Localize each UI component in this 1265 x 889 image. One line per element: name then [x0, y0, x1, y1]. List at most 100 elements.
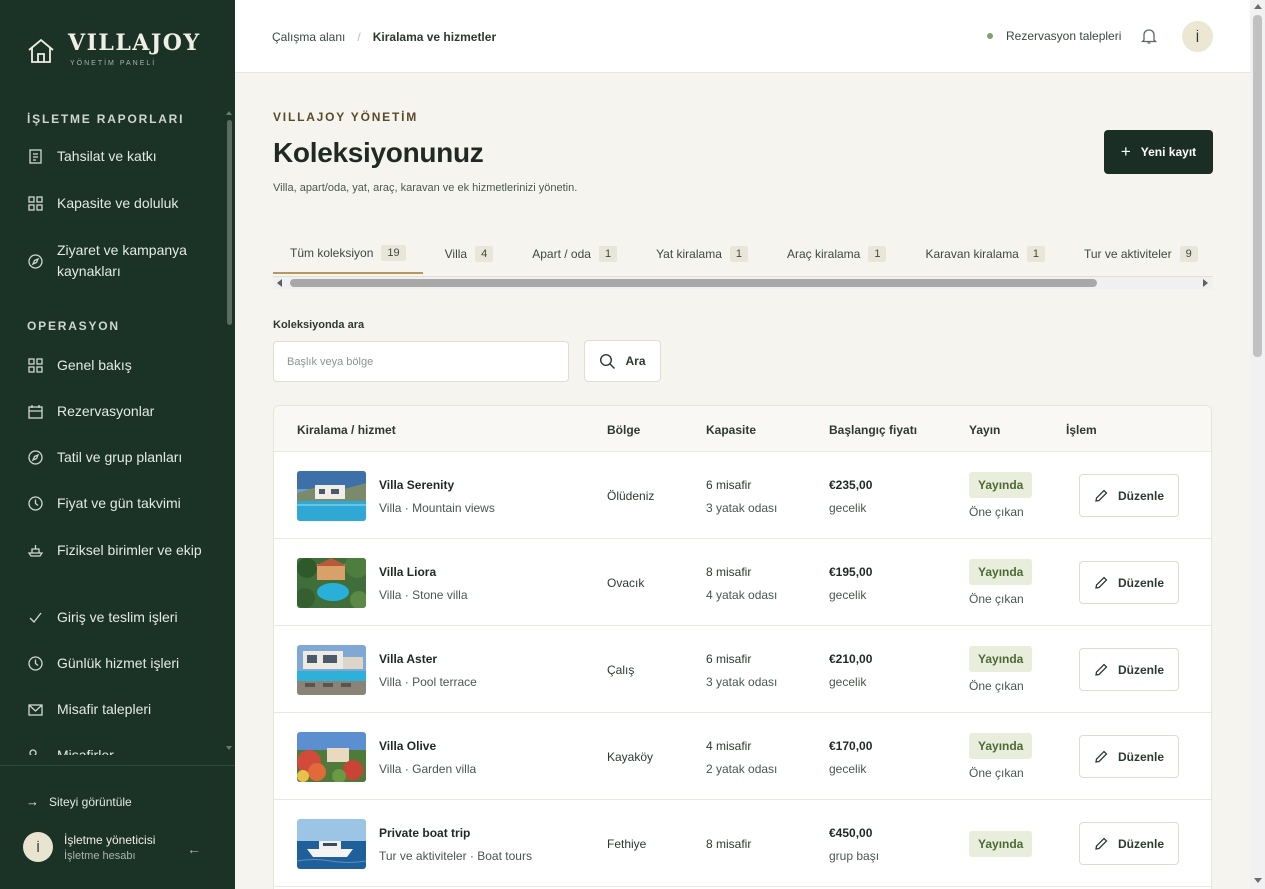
- calendar-icon: [28, 405, 43, 419]
- listing-title[interactable]: Villa Aster: [379, 652, 437, 666]
- bell-icon[interactable]: [1139, 26, 1159, 46]
- sidebar-item-label: Günlük hizmet işleri: [57, 655, 180, 671]
- sidebar-item-requests[interactable]: Misafir talepleri: [0, 699, 171, 720]
- sidebar-item-guests[interactable]: Misafirler: [0, 745, 134, 755]
- grid-icon: [28, 358, 43, 373]
- pencil-icon: [1095, 576, 1108, 589]
- new-record-button[interactable]: + Yeni kayıt: [1104, 130, 1213, 174]
- sidebar-item-label: Misafir talepleri: [57, 701, 152, 717]
- table-header: Kiralama / hizmet Bölge Kapasite Başlang…: [274, 406, 1211, 452]
- sidebar-scrollbar[interactable]: [227, 120, 232, 325]
- tab-yacht[interactable]: Yat kiralama 1: [634, 233, 765, 274]
- sidebar-item-units[interactable]: Fiziksel birimler ve ekip: [0, 540, 222, 561]
- page-scrollbar[interactable]: [1250, 0, 1265, 889]
- edit-button[interactable]: Düzenle: [1079, 648, 1179, 691]
- page-scrollbar-thumb[interactable]: [1253, 15, 1262, 357]
- page-subtitle: Villa, apart/oda, yat, araç, karavan ve …: [273, 182, 578, 194]
- pencil-icon: [1095, 489, 1108, 502]
- sidebar-item-label: Giriş ve teslim işleri: [57, 609, 178, 625]
- search-input[interactable]: [273, 341, 569, 382]
- listing-price-unit: gecelik: [829, 762, 867, 776]
- listing-price: €170,00: [829, 739, 873, 753]
- user-name: İşletme yöneticisi: [64, 832, 156, 847]
- sidebar-scroll-down-icon[interactable]: [226, 746, 232, 750]
- sidebar-item-label: Tahsilat ve katkı: [57, 148, 157, 164]
- tab-caravan[interactable]: Karavan kiralama 1: [903, 233, 1062, 274]
- tab-label: Karavan kiralama: [925, 246, 1019, 261]
- sidebar-item-reservations[interactable]: Rezervasyonlar: [0, 401, 174, 422]
- section-title-reports: İŞLETME RAPORLARI: [27, 112, 185, 126]
- scroll-left-icon[interactable]: [277, 279, 282, 287]
- tab-all[interactable]: Tüm koleksiyon 19: [273, 233, 423, 274]
- sidebar-item-plans[interactable]: Tatil ve grup planları: [0, 447, 202, 468]
- scroll-up-icon[interactable]: [1254, 4, 1262, 9]
- sidebar-item-pricing[interactable]: Fiyat ve gün takvimi: [0, 493, 201, 514]
- sidebar-item-checkin[interactable]: Giriş ve teslim işleri: [0, 607, 198, 628]
- pencil-icon: [1095, 663, 1108, 676]
- edit-button-label: Düzenle: [1117, 575, 1164, 590]
- search-button[interactable]: Ara: [584, 340, 661, 382]
- receipt-icon: [29, 149, 42, 164]
- listing-subtitle: Villa · Mountain views: [379, 501, 495, 515]
- scroll-right-icon[interactable]: [1203, 279, 1208, 287]
- sidebar-nav: İŞLETME RAPORLARI Tahsilat ve katkı Kapa…: [0, 100, 235, 755]
- listing-title[interactable]: Villa Olive: [379, 739, 436, 753]
- collapse-sidebar-icon[interactable]: ←: [187, 841, 201, 857]
- user-role: İşletme hesabı: [64, 849, 136, 862]
- view-site-link[interactable]: → Siteyi görüntüle: [26, 794, 132, 809]
- table-row[interactable]: Villa Liora Villa · Stone villa Ovacık 8…: [274, 539, 1211, 626]
- sidebar-item-label: Rezervasyonlar: [57, 403, 155, 419]
- edit-button[interactable]: Düzenle: [1079, 474, 1179, 517]
- table-row[interactable]: Private boat trip Tur ve aktiviteler · B…: [274, 800, 1211, 887]
- tab-count: 9: [1179, 245, 1198, 262]
- edit-button[interactable]: Düzenle: [1079, 822, 1179, 865]
- topbar: Çalışma alanı / Kiralama ve hizmetler Reze…: [235, 0, 1250, 73]
- reservation-requests-link[interactable]: Rezervasyon talepleri: [987, 29, 1121, 43]
- listing-thumbnail: [297, 819, 366, 869]
- table-row[interactable]: Villa Olive Villa · Garden villa Kayaköy…: [274, 713, 1211, 800]
- user-profile[interactable]: İ İşletme yöneticisi İşletme hesabı ←: [23, 832, 213, 862]
- sidebar-scroll-up-icon[interactable]: [226, 111, 232, 115]
- tabs-scrollbar-thumb[interactable]: [290, 279, 1097, 287]
- listing-thumbnail: [297, 645, 366, 695]
- tab-apart[interactable]: Apart / oda 1: [510, 233, 634, 274]
- clock-icon: [28, 656, 43, 671]
- breadcrumb: Çalışma alanı / Kiralama ve hizmetler: [272, 30, 496, 44]
- compass-icon: [28, 253, 43, 269]
- listing-guests: 8 misafir: [706, 565, 752, 579]
- sidebar-item-collections[interactable]: Tahsilat ve katkı: [0, 146, 177, 167]
- table-row[interactable]: Villa Aster Villa · Pool terrace Çalış 6…: [274, 626, 1211, 713]
- sidebar-item-overview[interactable]: Genel bakış: [0, 355, 152, 376]
- tab-tours[interactable]: Tur ve aktiviteler 9: [1062, 233, 1198, 274]
- tab-villa[interactable]: Villa 4: [423, 233, 511, 274]
- grid-icon: [28, 196, 43, 211]
- breadcrumb-workspace[interactable]: Çalışma alanı: [272, 30, 345, 44]
- listing-price: €235,00: [829, 478, 873, 492]
- listing-title[interactable]: Private boat trip: [379, 826, 470, 840]
- status-badge: Yayında: [969, 559, 1033, 585]
- listing-subtitle: Villa · Garden villa: [379, 762, 477, 776]
- tabs-scrollbar[interactable]: [273, 277, 1213, 289]
- listing-title[interactable]: Villa Liora: [379, 565, 436, 579]
- tab-car[interactable]: Araç kiralama 1: [765, 233, 903, 274]
- tab-count: 1: [1026, 245, 1045, 262]
- edit-button[interactable]: Düzenle: [1079, 561, 1179, 604]
- sidebar-item-label: Fiziksel birimler ve ekip: [57, 542, 202, 558]
- sidebar-item-daily[interactable]: Günlük hizmet işleri: [0, 653, 199, 674]
- listing-title[interactable]: Villa Serenity: [379, 478, 454, 492]
- search-label: Koleksiyonda ara: [273, 319, 365, 331]
- clock-icon: [28, 496, 43, 511]
- brand-logo[interactable]: VILLAJOY YÖNETİM PANELİ: [26, 30, 201, 67]
- view-site-label: Siteyi görüntüle: [49, 794, 132, 809]
- tab-count: 1: [598, 245, 618, 262]
- edit-button[interactable]: Düzenle: [1079, 735, 1179, 778]
- table-row[interactable]: Villa Serenity Villa · Mountain views Öl…: [274, 452, 1211, 539]
- avatar[interactable]: İ: [1182, 21, 1213, 52]
- scroll-down-icon[interactable]: [1254, 878, 1262, 883]
- featured-label: Öne çıkan: [969, 766, 1024, 780]
- sidebar-item-sources[interactable]: Ziyaret ve kampanya kaynakları: [0, 240, 235, 282]
- sidebar-item-label: Tatil ve grup planları: [57, 449, 183, 465]
- category-tabs: Tüm koleksiyon 19 Villa 4 Apart / oda 1 Yat…: [273, 233, 1213, 277]
- column-header: Kiralama / hizmet: [297, 423, 396, 437]
- sidebar-item-capacity[interactable]: Kapasite ve doluluk: [0, 193, 198, 214]
